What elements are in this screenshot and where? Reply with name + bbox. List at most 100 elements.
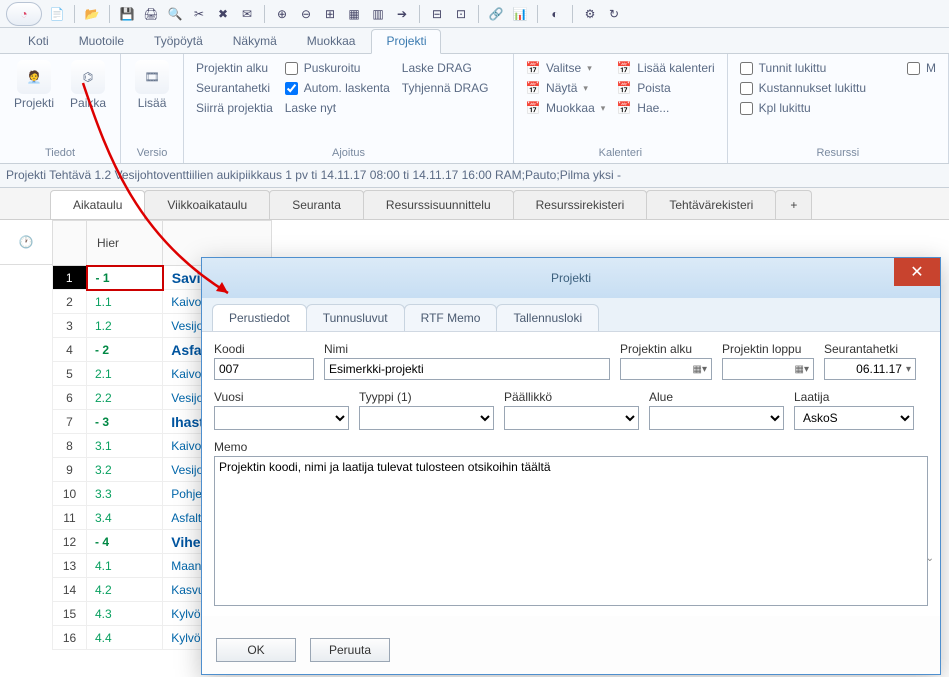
projekti-button[interactable]: 🧑‍💼 Projekti xyxy=(10,58,58,145)
paikka-button[interactable]: ⌬ Paikka xyxy=(66,58,110,145)
cell-hier[interactable]: 4.4 xyxy=(87,626,163,650)
muokkaa-item[interactable]: 📅Muokkaa xyxy=(524,100,607,116)
col-hier[interactable]: Hier xyxy=(87,221,163,266)
textarea-memo[interactable]: Projektin koodi, nimi ja laatija tulevat… xyxy=(214,456,928,606)
cell-hier[interactable]: 1.1 xyxy=(87,290,163,314)
dtab-tunnusluvut[interactable]: Tunnusluvut xyxy=(306,304,405,331)
exit-icon[interactable]: ➔ xyxy=(393,5,411,23)
projektin-alku-item[interactable]: Projektin alku xyxy=(194,60,275,76)
close-button[interactable]: ✕ xyxy=(894,258,940,286)
expand-icon[interactable]: ⊟ xyxy=(428,5,446,23)
columns-icon[interactable]: ▥ xyxy=(369,5,387,23)
cell-hier[interactable]: 3.2 xyxy=(87,458,163,482)
link-icon[interactable]: 🔗 xyxy=(487,5,505,23)
tab-tehtavarekisteri[interactable]: Tehtävärekisteri xyxy=(646,190,776,219)
mail-icon[interactable]: ✉ xyxy=(238,5,256,23)
cell-hier[interactable]: 2.1 xyxy=(87,362,163,386)
select-paallikko[interactable] xyxy=(504,406,639,430)
cell-hier[interactable]: 3.3 xyxy=(87,482,163,506)
dtab-tallennusloki[interactable]: Tallennusloki xyxy=(496,304,599,331)
dialog-titlebar[interactable]: Projekti ✕ xyxy=(202,258,940,298)
config-icon[interactable]: ⚙ xyxy=(581,5,599,23)
row-number[interactable]: 2 xyxy=(53,290,87,314)
row-number[interactable]: 3 xyxy=(53,314,87,338)
poista-item[interactable]: 📅Poista xyxy=(615,80,716,96)
kustannukset-lukittu-check[interactable]: Kustannukset lukittu xyxy=(738,80,868,96)
app-orb[interactable]: ◔ xyxy=(6,2,42,26)
input-nimi[interactable] xyxy=(324,358,610,380)
row-number[interactable]: 15 xyxy=(53,602,87,626)
print-icon[interactable]: 🖨 xyxy=(142,5,160,23)
row-number[interactable]: 12 xyxy=(53,530,87,554)
select-alue[interactable] xyxy=(649,406,784,430)
tab-add[interactable]: + xyxy=(775,190,812,219)
dtab-perustiedot[interactable]: Perustiedot xyxy=(212,304,307,331)
lisaa-kalenteri-item[interactable]: 📅Lisää kalenteri xyxy=(615,60,716,76)
cancel-button[interactable]: Peruuta xyxy=(310,638,390,662)
select-tyyppi[interactable] xyxy=(359,406,494,430)
input-koodi[interactable] xyxy=(214,358,314,380)
row-number[interactable]: 8 xyxy=(53,434,87,458)
cell-hier[interactable]: 3.4 xyxy=(87,506,163,530)
cell-hier[interactable]: 4.3 xyxy=(87,602,163,626)
input-seur[interactable]: 06.11.17▾ xyxy=(824,358,916,380)
row-number[interactable]: 6 xyxy=(53,386,87,410)
row-number[interactable]: 16 xyxy=(53,626,87,650)
tab-projekti[interactable]: Projekti xyxy=(371,29,441,54)
grid-icon[interactable]: ▦ xyxy=(345,5,363,23)
cell-hier[interactable]: 4.2 xyxy=(87,578,163,602)
zoom-in-icon[interactable]: ⊕ xyxy=(273,5,291,23)
laske-nyt-item[interactable]: Laske nyt xyxy=(283,100,392,116)
scroll-indicator[interactable]: ⌄ xyxy=(926,553,934,564)
tab-viikkoaikataulu[interactable]: Viikkoaikataulu xyxy=(144,190,270,219)
collapse-icon[interactable]: ⊡ xyxy=(452,5,470,23)
new-icon[interactable]: 📄 xyxy=(48,5,66,23)
autom-laskenta-check[interactable]: Autom. laskenta xyxy=(283,80,392,96)
cell-hier[interactable]: 2.2 xyxy=(87,386,163,410)
row-number[interactable]: 14 xyxy=(53,578,87,602)
save-icon[interactable]: 💾 xyxy=(118,5,136,23)
row-number[interactable]: 10 xyxy=(53,482,87,506)
input-loppu[interactable]: ▦▾ xyxy=(722,358,814,380)
siirra-projektia-item[interactable]: Siirrä projektia xyxy=(194,100,275,116)
tab-nakyma[interactable]: Näkymä xyxy=(219,30,291,53)
select-vuosi[interactable] xyxy=(214,406,349,430)
delete-icon[interactable]: ✖ xyxy=(214,5,232,23)
tab-tyopoyta[interactable]: Työpöytä xyxy=(140,30,217,53)
tab-aikataulu[interactable]: Aikataulu xyxy=(50,190,145,219)
tunnit-lukittu-check[interactable]: Tunnit lukittu xyxy=(738,60,868,76)
fit-icon[interactable]: ⊞ xyxy=(321,5,339,23)
row-number[interactable]: 11 xyxy=(53,506,87,530)
ok-button[interactable]: OK xyxy=(216,638,296,662)
input-alku[interactable]: ▦▾ xyxy=(620,358,712,380)
row-number[interactable]: 5 xyxy=(53,362,87,386)
kpl-lukittu-check[interactable]: Kpl lukittu xyxy=(738,100,868,116)
cell-hier[interactable]: 4.1 xyxy=(87,554,163,578)
puskuroitu-check[interactable]: Puskuroitu xyxy=(283,60,392,76)
seurantahetki-item[interactable]: Seurantahetki xyxy=(194,80,275,96)
tab-muokkaa[interactable]: Muokkaa xyxy=(293,30,370,53)
preview-icon[interactable]: 🔍 xyxy=(166,5,184,23)
tyhjenna-drag-item[interactable]: Tyhjennä DRAG xyxy=(400,80,491,96)
laske-drag-item[interactable]: Laske DRAG xyxy=(400,60,491,76)
cell-hier[interactable]: - 1 xyxy=(87,266,163,290)
zoom-out-icon[interactable]: ⊖ xyxy=(297,5,315,23)
chart-icon[interactable]: 📊 xyxy=(511,5,529,23)
cell-hier[interactable]: 3.1 xyxy=(87,434,163,458)
refresh-icon[interactable]: ↻ xyxy=(605,5,623,23)
select-laatija[interactable]: AskoS xyxy=(794,406,914,430)
cell-hier[interactable]: 1.2 xyxy=(87,314,163,338)
resurssi-m-check[interactable]: M xyxy=(905,60,938,76)
row-number[interactable]: 4 xyxy=(53,338,87,362)
toggle-icon[interactable]: ◐ xyxy=(546,5,564,23)
hae-item[interactable]: 📅Hae... xyxy=(615,100,716,116)
tab-resurssisuunnittelu[interactable]: Resurssisuunnittelu xyxy=(363,190,514,219)
open-icon[interactable]: 📂 xyxy=(83,5,101,23)
tab-muotoile[interactable]: Muotoile xyxy=(65,30,138,53)
row-number[interactable]: 1 xyxy=(53,266,87,290)
row-number[interactable]: 13 xyxy=(53,554,87,578)
lisaa-button[interactable]: 🎞 Lisää xyxy=(131,58,173,145)
tab-resurssirekisteri[interactable]: Resurssirekisteri xyxy=(513,190,648,219)
cell-hier[interactable]: - 2 xyxy=(87,338,163,362)
cell-hier[interactable]: - 4 xyxy=(87,530,163,554)
